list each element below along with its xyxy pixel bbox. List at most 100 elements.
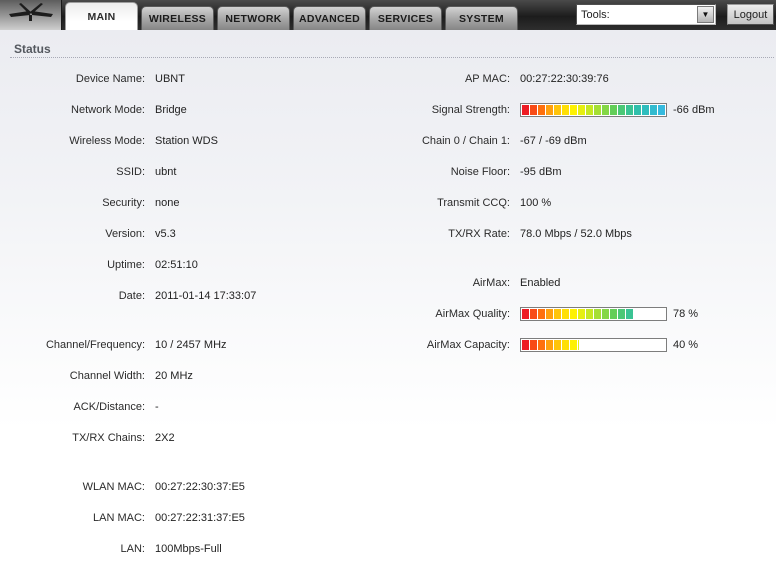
field-value: 00:27:22:31:37:E5 [155,511,245,524]
meter-segment [618,104,625,115]
tab-system[interactable]: SYSTEM [445,6,518,30]
field-value: none [155,196,180,209]
field-value: Station WDS [155,134,218,147]
field-label: Noise Floor: [450,165,510,178]
meter-segment [554,339,561,350]
meter-segment [578,104,585,115]
tab-wireless[interactable]: WIRELESS [141,6,214,30]
meter-segment [522,339,529,350]
field-label: ACK/Distance: [73,400,145,413]
logout-button[interactable]: Logout [727,4,774,25]
field-label: Device Name: [75,72,145,85]
field-value: 78 % [673,307,699,320]
status-row: ACK/Distance: - [0,391,368,422]
status-row: AirMax: Enabled [368,267,776,298]
tools-dropdown-value: Tools: [581,8,610,21]
field-value: Bridge [155,103,187,116]
signal-strength-bar-fill [522,104,665,115]
field-value: 00:27:22:30:37:E5 [155,480,245,493]
field-label: Channel Width: [69,369,145,382]
meter-segment [658,104,665,115]
field-label: AirMax Capacity: [426,338,510,351]
meter-segment [570,339,577,350]
field-label: TX/RX Chains: [72,431,145,444]
status-row: Channel Width: 20 MHz [0,360,368,391]
airmax-capacity-bar-fill [522,339,580,350]
meter-segment [530,104,537,115]
tab-network[interactable]: NETWORK [217,6,290,30]
field-label: AP MAC: [464,72,510,85]
field-label: WLAN MAC: [82,480,145,493]
meter-segment [626,308,633,319]
status-left-column: Device Name: UBNT Network Mode: Bridge Wirel… [0,63,368,564]
status-row: Network Mode: Bridge [0,94,368,125]
meter-segment [618,308,625,319]
tab-bar: MAIN WIRELESS NETWORK ADVANCED SERVICES SYSTE… [65,0,518,30]
meter-segment [562,104,569,115]
meter-segment [546,308,553,319]
field-label: SSID: [116,165,145,178]
field-label: Network Mode: [71,103,145,116]
meter-segment [522,308,529,319]
status-row: Date: 2011-01-14 17:33:07 [0,280,368,311]
meter-segment [522,104,529,115]
meter-segment [554,104,561,115]
meter-segment [538,104,545,115]
field-label: LAN: [120,542,145,555]
meter-segment [602,104,609,115]
meter-segment [642,104,649,115]
field-value: 2011-01-14 17:33:07 [155,289,257,302]
meter-segment [610,104,617,115]
airmax-capacity-bar [520,337,667,352]
field-value: -67 / -69 dBm [520,134,587,147]
field-value: 10 / 2457 MHz [155,338,227,351]
meter-segment [570,308,577,319]
field-label: Transmit CCQ: [437,196,510,209]
field-value: Enabled [520,276,561,289]
field-label: AirMax: [472,276,510,289]
meter-segment [602,308,609,319]
signal-strength-bar [520,102,667,117]
meter-segment [610,308,617,319]
field-value: ubnt [155,165,177,178]
dropdown-arrow-icon[interactable]: ▼ [697,6,714,23]
tab-advanced[interactable]: ADVANCED [293,6,366,30]
field-value: 100 % [520,196,552,209]
tab-services[interactable]: SERVICES [369,6,442,30]
status-row: AP MAC: 00:27:22:30:39:76 [368,63,776,94]
status-row: SSID: ubnt [0,156,368,187]
field-label: TX/RX Rate: [448,227,510,240]
status-row: Uptime: 02:51:10 [0,249,368,280]
meter-segment [578,308,585,319]
status-row: AirMax Capacity: 40 % [368,329,776,360]
field-label: Uptime: [107,258,145,271]
tab-main[interactable]: MAIN [65,2,138,30]
tools-dropdown[interactable]: Tools: ▼ [576,4,716,25]
field-value: 2X2 [155,431,175,444]
field-label: Date: [118,289,145,302]
airmax-quality-bar-fill [522,308,634,319]
status-row: Transmit CCQ: 100 % [368,187,776,218]
status-page: Status Device Name: UBNT Network Mode: Brid… [0,30,776,585]
meter-segment [538,339,545,350]
meter-segment [594,308,601,319]
status-row: WLAN MAC: 00:27:22:30:37:E5 [0,471,368,502]
field-label: Signal Strength: [431,103,510,116]
logo-tile [0,0,62,30]
status-row: Noise Floor: -95 dBm [368,156,776,187]
field-label: LAN MAC: [93,511,145,524]
status-right-column: AP MAC: 00:27:22:30:39:76 Signal Strength:… [368,63,776,360]
status-row: Signal Strength: -66 dBm [368,94,776,125]
field-label: Channel/Frequency: [45,338,145,351]
meter-segment [626,104,633,115]
field-value: 100Mbps-Full [155,542,222,555]
meter-segment [546,104,553,115]
ubiquiti-antenna-logo-icon [8,2,54,29]
meter-segment [578,339,580,350]
status-row: AirMax Quality: 78 % [368,298,776,329]
section-divider [10,57,774,58]
field-label: Version: [105,227,145,240]
meter-segment [530,308,537,319]
meter-segment [538,308,545,319]
